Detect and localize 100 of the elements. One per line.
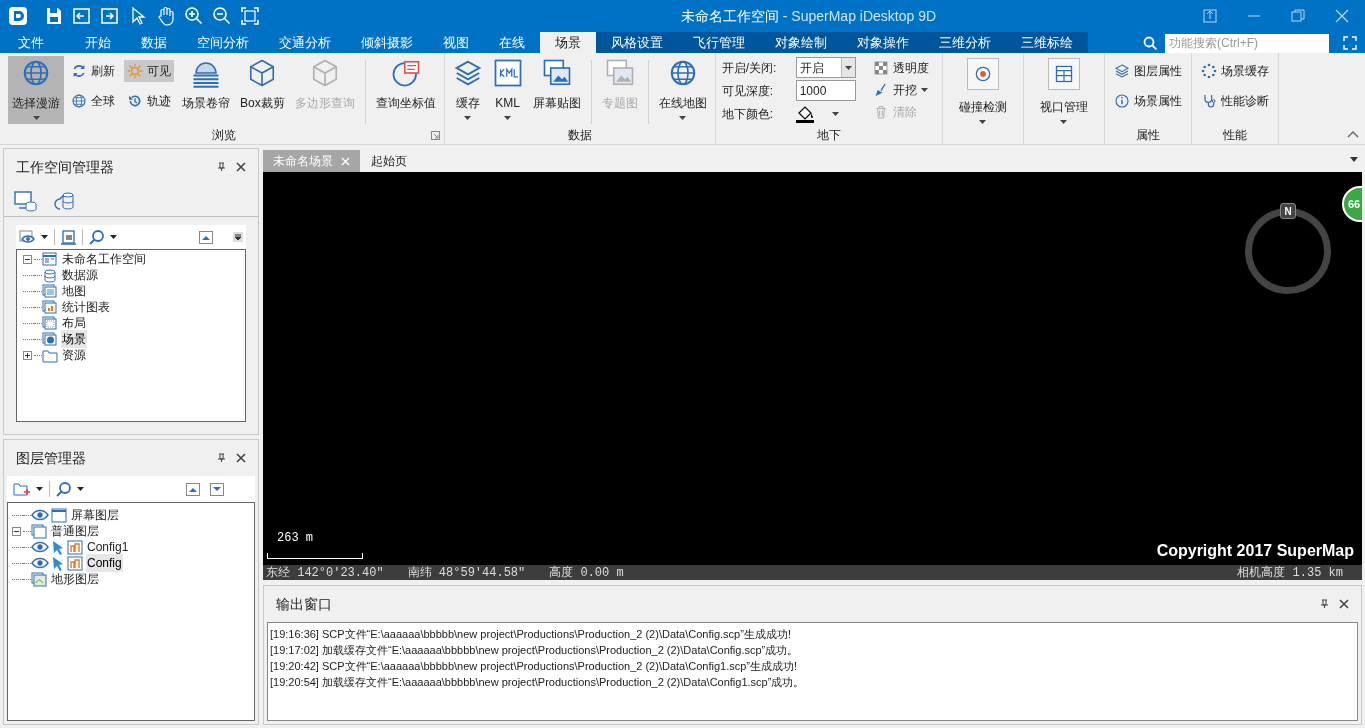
dialog-launcher-icon[interactable] xyxy=(430,131,440,140)
tree-item[interactable]: 数据源 xyxy=(61,266,99,284)
group-label: 属性 xyxy=(1135,127,1160,144)
ribbon-button[interactable]: 屏幕贴图 xyxy=(528,56,585,124)
search-icon[interactable] xyxy=(1143,35,1157,50)
ribbon-button[interactable]: 场景卷帘 xyxy=(178,56,234,124)
close-icon[interactable] xyxy=(236,453,246,463)
collapse-icon[interactable] xyxy=(12,526,21,536)
pin-icon[interactable] xyxy=(217,453,226,463)
ribbon-button[interactable]: 性能诊断 xyxy=(1197,90,1272,112)
ribbon-button[interactable]: 开挖 xyxy=(869,79,932,101)
ribbon-button[interactable]: 缓存 xyxy=(448,56,487,124)
tree-item[interactable]: 地图 xyxy=(61,282,87,300)
ribbon-button[interactable]: 刷新 xyxy=(68,60,118,82)
pin-icon[interactable] xyxy=(217,162,226,172)
overflow-icon[interactable] xyxy=(233,232,243,242)
tree-item[interactable]: Config1 xyxy=(86,538,130,556)
cloud-database-icon[interactable] xyxy=(53,189,75,212)
tree-item[interactable]: 场景 xyxy=(61,330,87,348)
ribbon-button[interactable]: 轨迹 xyxy=(124,90,174,112)
back-icon[interactable] xyxy=(72,6,92,26)
tree-item[interactable]: 普通图层 xyxy=(50,522,100,540)
move-down-icon[interactable] xyxy=(210,482,224,496)
scale-text: 263 m xyxy=(276,530,314,547)
tree-item[interactable]: 屏幕图层 xyxy=(70,506,120,524)
document-icon[interactable] xyxy=(61,229,76,245)
compass-north-label[interactable]: N xyxy=(1280,203,1296,219)
forward-icon[interactable] xyxy=(100,6,120,26)
maximize-icon[interactable] xyxy=(1291,9,1305,23)
ribbon-button[interactable]: 场景缓存 xyxy=(1197,60,1272,82)
ribbon-button[interactable]: 查询坐标值 xyxy=(371,56,440,124)
close-icon[interactable] xyxy=(1339,599,1349,609)
ribbon-tab[interactable]: 数据 xyxy=(126,32,182,53)
ribbon-button[interactable]: 场景属性 xyxy=(1110,90,1185,112)
ribbon-button[interactable]: Box裁剪 xyxy=(236,56,289,124)
search-icon[interactable] xyxy=(56,481,71,497)
ribbon-tab[interactable]: 风格设置 xyxy=(596,32,678,53)
pointer-icon[interactable] xyxy=(51,555,64,571)
log-line: [19:20:54] 加载缓存文件“E:\aaaaaa\bbbbb\new project\Productions\Production_2 (2)\Data\Config1.scp”成功。 xyxy=(270,675,806,690)
layer-group-icon xyxy=(31,523,47,539)
ribbon-tab[interactable]: 空间分析 xyxy=(182,32,264,53)
paint-bucket-icon xyxy=(795,104,814,123)
restore-ribbon-icon[interactable] xyxy=(1203,9,1217,23)
tree-item[interactable]: 布局 xyxy=(61,314,87,332)
eye-icon[interactable] xyxy=(31,541,49,553)
eye-icon[interactable] xyxy=(31,509,49,521)
ribbon-button[interactable]: 视口管理 xyxy=(1027,56,1100,124)
add-folder-icon[interactable] xyxy=(13,481,30,497)
ribbon-button[interactable]: 在线地图 xyxy=(654,56,711,124)
move-up-icon[interactable] xyxy=(199,230,213,244)
collapse-ribbon-icon[interactable] xyxy=(1347,130,1359,138)
eye-icon[interactable] xyxy=(19,230,35,244)
document-tab[interactable]: 起始页 xyxy=(361,150,417,172)
caret-icon xyxy=(110,235,117,239)
ribbon-tab[interactable]: 交通分析 xyxy=(264,32,346,53)
ribbon-tab[interactable]: 开始 xyxy=(70,32,126,53)
ribbon-button[interactable]: KML xyxy=(488,56,527,124)
ribbon-button[interactable]: 选择漫游 xyxy=(8,56,64,124)
collapse-icon[interactable] xyxy=(23,254,32,264)
tree-item[interactable]: 地形图层 xyxy=(50,570,100,588)
ribbon-tab[interactable]: 三维分析 xyxy=(924,32,1006,53)
fullscreen-icon[interactable] xyxy=(1343,35,1357,50)
pointer-icon[interactable] xyxy=(51,539,64,555)
ribbon-button[interactable]: 透明度 xyxy=(869,57,932,79)
ribbon-tab[interactable]: 三维标绘 xyxy=(1006,32,1088,53)
ribbon-tab[interactable]: 场景 xyxy=(540,32,596,53)
ribbon-button[interactable]: 全球 xyxy=(68,90,118,112)
input-field[interactable]: 1000 xyxy=(795,80,856,101)
zoom-out-icon[interactable] xyxy=(212,6,232,26)
ribbon-tab[interactable]: 文件 xyxy=(0,32,62,53)
ribbon-button[interactable]: 图层属性 xyxy=(1110,60,1185,82)
ribbon-button[interactable]: 碰撞检测 xyxy=(946,56,1019,124)
ribbon-tab[interactable]: 对象绘制 xyxy=(760,32,842,53)
local-workspace-icon[interactable] xyxy=(14,189,37,212)
tree-item[interactable]: Config xyxy=(86,554,123,572)
hand-icon[interactable] xyxy=(156,6,176,26)
dropdown-field[interactable]: 开启 xyxy=(795,57,856,78)
full-extent-icon[interactable] xyxy=(240,6,260,26)
ribbon-button[interactable]: 可见 xyxy=(124,60,174,82)
tab-list-caret-icon[interactable] xyxy=(1350,157,1358,162)
search-icon[interactable] xyxy=(89,229,104,245)
info-icon xyxy=(1113,93,1130,109)
save-icon[interactable] xyxy=(44,6,64,26)
tree-item[interactable]: 未命名工作空间 xyxy=(61,250,147,268)
close-icon[interactable] xyxy=(236,162,246,172)
ribbon-tab[interactable]: 飞行管理 xyxy=(678,32,760,53)
tree-item[interactable]: 资源 xyxy=(61,346,87,364)
scene-view[interactable]: 66 N 263 m Copyright 2017 SuperMap xyxy=(263,172,1362,565)
ribbon-tab[interactable]: 视图 xyxy=(428,32,484,53)
tree-item[interactable]: 统计图表 xyxy=(61,298,111,316)
move-up-icon[interactable] xyxy=(186,482,200,496)
ribbon-tab[interactable]: 对象操作 xyxy=(842,32,924,53)
expand-icon[interactable] xyxy=(23,350,32,360)
ribbon-tab[interactable]: 在线 xyxy=(484,32,540,53)
ribbon-tab[interactable]: 倾斜摄影 xyxy=(346,32,428,53)
pin-icon[interactable] xyxy=(1320,599,1329,609)
eye-icon[interactable] xyxy=(31,557,49,569)
search-field[interactable]: 功能搜索(Ctrl+F) xyxy=(1165,33,1329,53)
zoom-in-icon[interactable] xyxy=(184,6,204,26)
camera-height-text: 相机高度 1.35 km xyxy=(1237,564,1344,582)
